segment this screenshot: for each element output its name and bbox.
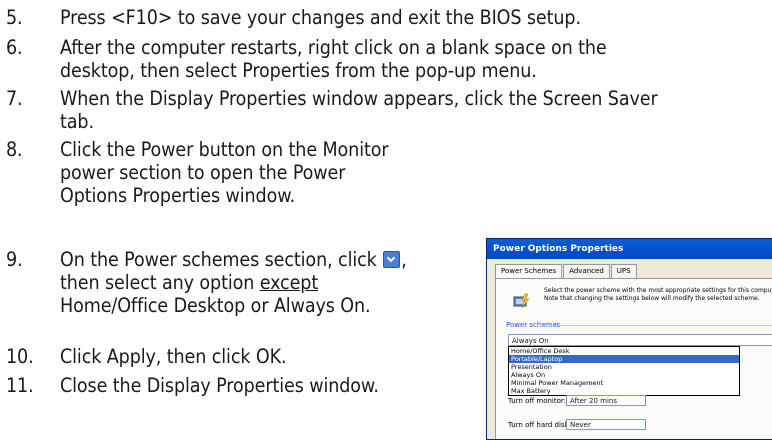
tab-advanced[interactable]: Advanced: [563, 264, 610, 278]
power-scheme-icon: [513, 293, 530, 309]
hard-disk-label: Turn off hard disks:: [508, 421, 575, 429]
step-text: Click the Power button on the Monitor: [60, 138, 389, 161]
dialog-title: Power Options Properties: [487, 239, 772, 259]
step-text: power section to open the Power: [60, 161, 346, 184]
step-text: When the Display Properties window appea…: [60, 87, 658, 110]
dropdown-option[interactable]: Max Battery: [509, 387, 739, 395]
step-text: Home/Office Desktop or Always On.: [60, 294, 371, 317]
step-text-part: On the Power schemes section, click: [60, 248, 377, 271]
dropdown-option[interactable]: Home/Office Desk: [509, 347, 739, 355]
dialog-tabs: Power Schemes Advanced UPS: [495, 264, 638, 278]
dropdown-option[interactable]: Presentation: [509, 363, 739, 371]
step-text: Click Apply, then click OK.: [60, 345, 287, 368]
scheme-dropdown-list: Home/Office Desk Portable/Laptop Present…: [508, 346, 740, 396]
monitor-select[interactable]: After 20 mins: [566, 395, 646, 406]
power-scheme-combo[interactable]: Always On: [508, 334, 772, 346]
step-text: Options Properties window.: [60, 184, 296, 207]
step-text: Close the Display Properties window.: [60, 374, 379, 397]
step-number: 8.: [6, 138, 23, 161]
hard-disk-select[interactable]: Never: [566, 419, 646, 430]
tab-power-schemes[interactable]: Power Schemes: [495, 264, 563, 278]
group-divider: [540, 325, 772, 326]
step-number: 10.: [6, 345, 34, 368]
step-text: tab.: [60, 110, 94, 133]
step-text-part: ,: [401, 248, 407, 271]
step-number: 7.: [6, 87, 23, 110]
step-text: desktop, then select Properties from the…: [60, 59, 537, 82]
monitor-label: Turn off monitor:: [508, 397, 567, 405]
dialog-description: Select the power scheme with the most ap…: [544, 287, 772, 302]
step-text: Press <F10> to save your changes and exi…: [60, 6, 581, 29]
dialog-panel: Select the power scheme with the most ap…: [495, 278, 772, 439]
step-text: On the Power schemes section, click ,: [60, 248, 407, 272]
dropdown-option-selected[interactable]: Portable/Laptop: [509, 355, 739, 363]
step-number: 9.: [6, 248, 23, 271]
power-options-dialog: Power Options Properties Power Schemes A…: [486, 238, 772, 440]
dropdown-option[interactable]: Minimal Power Management: [509, 379, 739, 387]
step-text-part: then select any option: [60, 271, 255, 294]
step-text: After the computer restarts, right click…: [60, 36, 607, 59]
step-number: 11.: [6, 374, 34, 397]
step-number: 5.: [6, 6, 23, 29]
tab-ups[interactable]: UPS: [610, 264, 637, 278]
step-number: 6.: [6, 36, 23, 59]
chevron-down-icon: [383, 251, 401, 268]
step-text: then select any option except: [60, 271, 318, 295]
dropdown-option[interactable]: Always On: [509, 371, 739, 379]
underlined-text: except: [259, 271, 319, 294]
